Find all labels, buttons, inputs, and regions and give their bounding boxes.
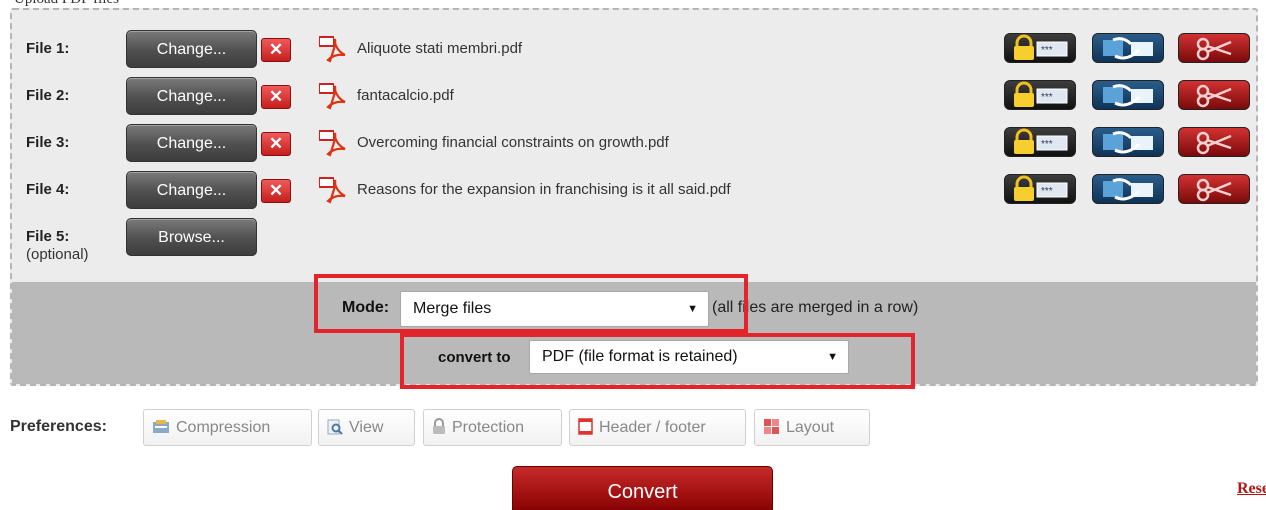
change-file-button[interactable]: Change... <box>126 124 257 162</box>
convert-button[interactable]: Convert <box>512 466 773 510</box>
svg-text:***: *** <box>1041 139 1053 150</box>
compression-label: Compression <box>176 419 271 436</box>
file-label-text: File 5: <box>26 228 70 245</box>
layout-icon <box>764 419 779 434</box>
rotate-icon[interactable] <box>1092 33 1164 63</box>
header-footer-button[interactable]: Header / footer <box>569 409 746 446</box>
svg-text:***: *** <box>1041 186 1053 197</box>
upload-area-title: Upload PDF files <box>14 0 119 8</box>
view-label: View <box>349 419 384 436</box>
file-name: Aliquote stati membri.pdf <box>357 40 523 57</box>
remove-icon[interactable]: ✕ <box>261 38 291 62</box>
preferences-label: Preferences: <box>10 418 107 435</box>
change-file-button[interactable]: Change... <box>126 171 257 209</box>
file-name: Overcoming financial constraints on grow… <box>357 134 669 151</box>
change-file-button[interactable]: Change... <box>126 30 257 68</box>
optional-note: (optional) <box>26 246 89 263</box>
scissors-icon[interactable] <box>1178 33 1250 63</box>
file-label: File 1: <box>26 40 70 57</box>
protection-button[interactable]: Protection <box>423 409 562 446</box>
pdf-icon <box>319 36 346 63</box>
protection-label: Protection <box>452 419 525 436</box>
compression-icon <box>153 420 169 433</box>
view-icon <box>327 419 343 435</box>
file-row: File 2: Change... ✕ fantacalcio.pdf *** <box>12 77 1256 117</box>
reset-link[interactable]: Reset <box>1237 480 1266 498</box>
file-row-optional: File 5: (optional) Browse... <box>12 218 1256 278</box>
lock-icon[interactable]: *** <box>1004 33 1076 63</box>
browse-button[interactable]: Browse... <box>126 218 257 256</box>
remove-icon[interactable]: ✕ <box>261 85 291 109</box>
highlight-box-mode <box>314 274 748 333</box>
file-row: File 4: Change... ✕ Reasons for the expa… <box>12 171 1256 211</box>
protection-icon <box>433 418 445 434</box>
file-label: File 2: <box>26 87 70 104</box>
scissors-icon[interactable] <box>1178 80 1250 110</box>
layout-button[interactable]: Layout <box>754 409 870 446</box>
svg-text:***: *** <box>1041 45 1053 56</box>
scissors-icon[interactable] <box>1178 127 1250 157</box>
file-row: File 3: Change... ✕ Overcoming financial… <box>12 124 1256 164</box>
scissors-icon[interactable] <box>1178 174 1250 204</box>
file-label: File 3: <box>26 134 70 151</box>
lock-icon[interactable]: *** <box>1004 80 1076 110</box>
highlight-box-convert-to <box>400 333 915 389</box>
file-row: File 1: Change... ✕ Aliquote stati membr… <box>12 30 1256 70</box>
header-footer-label: Header / footer <box>599 419 706 436</box>
pdf-icon <box>319 83 346 110</box>
svg-text:***: *** <box>1041 92 1053 103</box>
view-button[interactable]: View <box>318 409 415 446</box>
pdf-icon <box>319 130 346 157</box>
layout-label: Layout <box>786 419 835 436</box>
remove-icon[interactable]: ✕ <box>261 132 291 156</box>
pdf-icon <box>319 177 346 204</box>
lock-icon[interactable]: *** <box>1004 174 1076 204</box>
rotate-icon[interactable] <box>1092 127 1164 157</box>
file-label: File 4: <box>26 181 70 198</box>
file-name: fantacalcio.pdf <box>357 87 454 104</box>
file-name: Reasons for the expansion in franchising… <box>357 181 731 198</box>
lock-icon[interactable]: *** <box>1004 127 1076 157</box>
compression-button[interactable]: Compression <box>143 409 312 446</box>
rotate-icon[interactable] <box>1092 80 1164 110</box>
remove-icon[interactable]: ✕ <box>261 179 291 203</box>
header-footer-icon <box>578 418 593 435</box>
rotate-icon[interactable] <box>1092 174 1164 204</box>
change-file-button[interactable]: Change... <box>126 77 257 115</box>
file-label: File 5: (optional) <box>26 228 89 263</box>
